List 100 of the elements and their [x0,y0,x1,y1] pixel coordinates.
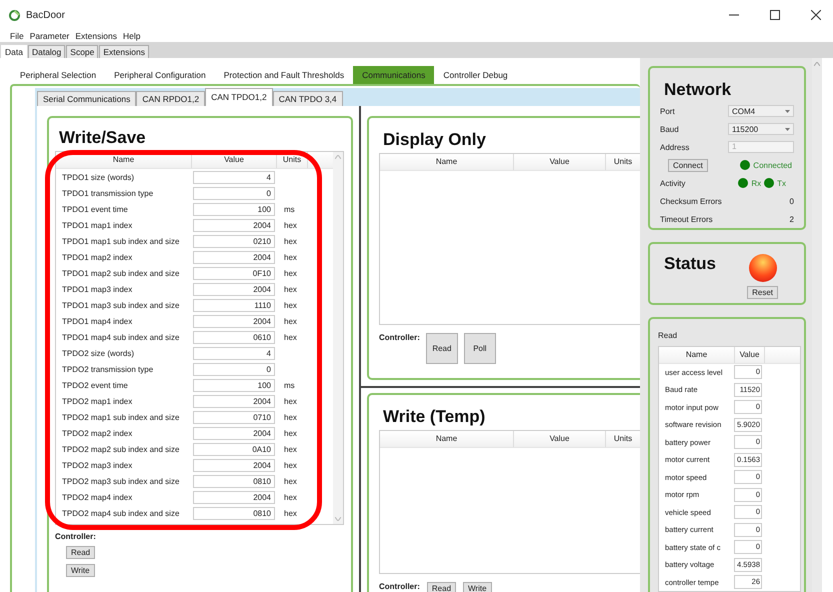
tab[interactable]: Protection and Fault Thresholds [214,66,354,84]
tab[interactable]: Controller Debug [434,66,517,84]
unit-label: hex [283,396,297,406]
port-label: Port [660,106,675,116]
error-count: 0 [790,196,794,206]
tab[interactable]: Datalog [28,45,66,58]
scroll-up-icon[interactable] [814,62,820,66]
value-field[interactable]: 0810 [193,474,275,488]
maximize-icon[interactable] [770,10,780,20]
value-field[interactable]: 2004 [193,250,275,264]
panel-title: Status [663,254,716,275]
tab[interactable]: Data [1,45,27,58]
action-button[interactable]: Write [463,582,492,592]
reset-button[interactable]: Reset [747,286,778,299]
value-field[interactable]: 0810 [193,506,275,520]
tab[interactable]: Communications [353,66,434,84]
connect-button[interactable]: Connect [668,158,708,172]
action-button[interactable]: Read [426,333,458,364]
controller-label: Controller: [55,532,97,541]
unit-label: hex [283,444,297,454]
value-field[interactable]: 2004 [193,490,275,504]
tab[interactable]: Peripheral Configuration [105,66,215,84]
value-field[interactable]: 0610 [193,330,275,344]
activity-label: Activity [660,178,686,188]
menu-item[interactable]: File [10,31,24,41]
column-header: Name [659,346,735,362]
dropdown[interactable]: 115200 [728,123,794,135]
value-field[interactable]: 0 [193,186,275,200]
value-field[interactable]: 2004 [193,426,275,440]
value-field[interactable]: 4 [193,346,275,360]
value-field[interactable]: 2004 [193,282,275,296]
unit-label: ms [283,380,295,390]
value-field[interactable]: 100 [193,378,275,392]
unit-label: hex [283,428,297,438]
row-name: TPDO2 size (words) [61,348,136,358]
value-field[interactable]: 0A10 [193,442,275,456]
column-header: Name [380,154,514,170]
dropdown-value: 115200 [732,124,758,134]
action-button[interactable]: Write [66,564,95,577]
tab[interactable]: Scope [66,45,98,58]
action-button[interactable]: Read [426,582,456,592]
unit-label: hex [283,316,297,326]
close-icon[interactable] [810,10,820,20]
value-field[interactable]: 0 [193,362,275,376]
value-field[interactable]: 2004 [193,394,275,408]
value-field[interactable]: 0210 [193,234,275,248]
unit-label: hex [283,332,297,342]
unit-label: hex [283,236,297,246]
tab[interactable]: CAN RPDO1,2 [136,91,206,106]
panel-title: Write (Temp) [382,407,486,428]
row-name: TPDO2 map3 sub index and size [61,476,180,486]
row-name: TPDO2 event time [61,380,129,390]
column-header: Units [277,152,308,168]
value-field[interactable]: 1110 [193,298,275,312]
tab[interactable]: Peripheral Selection [11,66,106,84]
dropdown[interactable]: COM4 [728,105,794,117]
column-header: Value [192,152,277,168]
tx-label: Tx [777,178,786,188]
value-field[interactable]: 2004 [193,218,275,232]
caret-icon [785,128,790,130]
unit-label: hex [283,460,297,470]
unit-label: ms [283,204,295,214]
value-field[interactable]: 100 [193,202,275,216]
row-name: TPDO2 map1 sub index and size [61,412,180,422]
panel-title: Network [663,80,732,101]
scroll-up-icon[interactable] [335,155,341,159]
value-field[interactable]: 0710 [193,410,275,424]
panel-title: Write/Save [58,128,147,149]
rx-label: Rx [751,178,762,188]
tab[interactable]: CAN TPDO1,2 [205,88,273,106]
row-name: TPDO1 map4 sub index and size [61,332,180,342]
tab[interactable]: CAN TPDO 3,4 [272,91,343,106]
scrollbar[interactable] [812,58,822,592]
menu-item[interactable]: Extensions [75,31,117,41]
action-button[interactable]: Read [66,546,96,559]
menu-item[interactable]: Parameter [30,31,70,41]
column-header: Value [514,154,606,170]
value-field[interactable]: 0F10 [193,266,275,280]
unit-label: hex [283,284,297,294]
value-field[interactable]: 2004 [193,314,275,328]
scroll-down-icon[interactable] [335,517,341,521]
row-name: TPDO1 map2 index [61,252,134,262]
dropdown-value: COM4 [732,106,756,116]
column-header: Value [514,431,606,447]
action-button[interactable]: Poll [464,333,496,364]
row-name: TPDO1 map2 sub index and size [61,268,180,278]
tab[interactable]: Serial Communications [37,91,136,106]
scrollbar[interactable] [333,152,343,524]
row-name: TPDO2 map1 index [61,396,134,406]
row-name: TPDO1 map4 index [61,316,134,326]
panel-label: Read [658,330,678,340]
menu-item[interactable]: Help [122,31,140,41]
row-name: TPDO2 map3 index [61,460,134,470]
tab[interactable]: Extensions [99,45,149,58]
row-name: TPDO1 event time [61,204,129,214]
value-field[interactable]: 4 [193,170,275,184]
value-field[interactable]: 2004 [193,458,275,472]
unit-label: hex [283,268,297,278]
caret-icon [785,110,790,112]
column-header: Name [380,431,514,447]
